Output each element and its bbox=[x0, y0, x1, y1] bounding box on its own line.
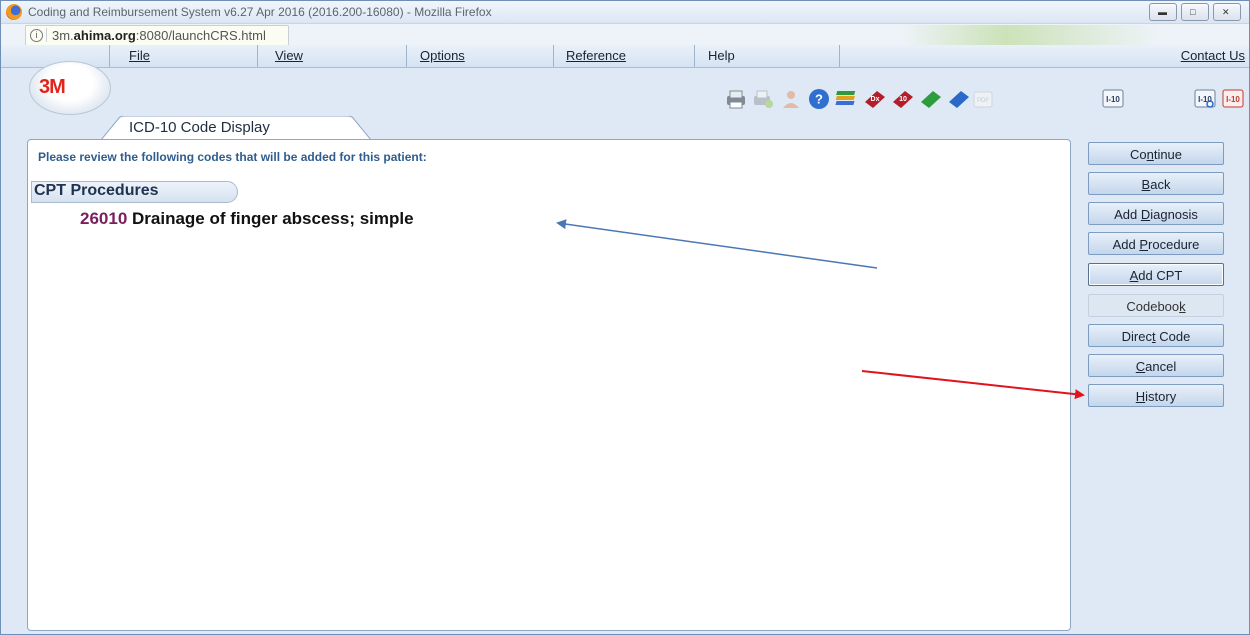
cpt-description: Drainage of finger abscess; simple bbox=[132, 209, 414, 228]
url-field[interactable]: i 3m.ahima.org:8080/launchCRS.html bbox=[25, 25, 289, 46]
contact-us-link[interactable]: Contact Us bbox=[1181, 48, 1245, 63]
continue-button[interactable]: Continue bbox=[1088, 142, 1224, 165]
menu-separator bbox=[406, 45, 407, 67]
i10-search-label: I-10 bbox=[1198, 95, 1212, 104]
menu-view-label: View bbox=[275, 48, 303, 63]
title-bar: Coding and Reimbursement System v6.27 Ap… bbox=[1, 1, 1249, 23]
back-button[interactable]: Back bbox=[1088, 172, 1224, 195]
menu-help[interactable]: Help bbox=[708, 48, 735, 63]
menu-reference[interactable]: Reference bbox=[566, 48, 626, 63]
cpt-code: 26010 bbox=[80, 209, 128, 228]
menu-separator bbox=[257, 45, 258, 67]
url-separator bbox=[46, 28, 47, 42]
green-book-icon[interactable] bbox=[919, 88, 943, 110]
help-icon[interactable]: ? bbox=[807, 88, 831, 110]
cpt-procedures-title: CPT Procedures bbox=[34, 182, 159, 199]
menu-separator bbox=[553, 45, 554, 67]
menu-view[interactable]: View bbox=[275, 48, 303, 63]
pdf-label: PDF bbox=[977, 98, 989, 104]
person-icon[interactable] bbox=[779, 88, 803, 110]
maximize-button[interactable]: □ bbox=[1181, 3, 1209, 21]
code-entry[interactable]: 26010 Drainage of finger abscess; simple bbox=[80, 209, 414, 229]
books-icon[interactable] bbox=[835, 88, 859, 110]
menu-options-label: Options bbox=[420, 48, 465, 63]
i10-label: I-10 bbox=[1106, 95, 1120, 104]
ten-label: 10 bbox=[899, 96, 907, 103]
url-host: ahima.org bbox=[73, 28, 136, 43]
url-prefix: 3m. bbox=[52, 28, 74, 43]
browser-window: Coding and Reimbursement System v6.27 Ap… bbox=[0, 0, 1250, 635]
add-diagnosis-button[interactable]: Add Diagnosis bbox=[1088, 202, 1224, 225]
tab-label: ICD-10 Code Display bbox=[129, 119, 270, 136]
window-controls: ▬ □ ✕ bbox=[1149, 3, 1241, 21]
instruction-text: Please review the following codes that w… bbox=[38, 150, 427, 164]
close-button[interactable]: ✕ bbox=[1213, 3, 1241, 21]
dx-label: Dx bbox=[871, 96, 880, 103]
menu-separator bbox=[109, 45, 110, 67]
blue-book-icon[interactable] bbox=[947, 88, 971, 110]
menu-help-label: Help bbox=[708, 48, 735, 63]
print-icon[interactable] bbox=[724, 88, 748, 110]
app-menu-bar: File View Options Reference Help Contact… bbox=[1, 45, 1249, 68]
history-button[interactable]: History bbox=[1088, 384, 1224, 407]
menu-separator bbox=[694, 45, 695, 67]
menu-file[interactable]: File bbox=[129, 48, 150, 63]
menu-file-label: File bbox=[129, 48, 150, 63]
cancel-button[interactable]: Cancel bbox=[1088, 354, 1224, 377]
info-icon[interactable]: i bbox=[30, 29, 43, 42]
window-title: Coding and Reimbursement System v6.27 Ap… bbox=[28, 5, 492, 19]
pdf-icon[interactable]: PDF bbox=[971, 88, 995, 110]
i10-icon[interactable]: I-10 bbox=[1101, 88, 1125, 110]
add-procedure-button[interactable]: Add Procedure bbox=[1088, 232, 1224, 255]
i10-red-icon[interactable]: I-10 bbox=[1221, 88, 1245, 110]
codebook-button[interactable]: Codebook bbox=[1088, 294, 1224, 317]
svg-text:?: ? bbox=[815, 92, 823, 107]
add-cpt-button[interactable]: Add CPT bbox=[1088, 263, 1224, 286]
menu-separator bbox=[839, 45, 840, 67]
menu-options[interactable]: Options bbox=[420, 48, 465, 63]
i10-red-label: I-10 bbox=[1226, 95, 1240, 104]
header-decoration bbox=[901, 25, 1161, 45]
print-preview-icon[interactable] bbox=[751, 88, 775, 110]
url-text: 3m.ahima.org:8080/launchCRS.html bbox=[52, 28, 266, 43]
3m-logo: 3M bbox=[39, 76, 66, 98]
dx-book-icon[interactable]: Dx bbox=[863, 88, 887, 110]
minimize-button[interactable]: ▬ bbox=[1149, 3, 1177, 21]
firefox-icon bbox=[6, 4, 22, 20]
direct-code-button[interactable]: Direct Code bbox=[1088, 324, 1224, 347]
icd10-book-icon[interactable]: 10 bbox=[891, 88, 915, 110]
i10-search-icon[interactable]: I-10 bbox=[1193, 88, 1217, 110]
url-suffix: :8080/launchCRS.html bbox=[135, 28, 266, 43]
menu-reference-label: Reference bbox=[566, 48, 626, 63]
